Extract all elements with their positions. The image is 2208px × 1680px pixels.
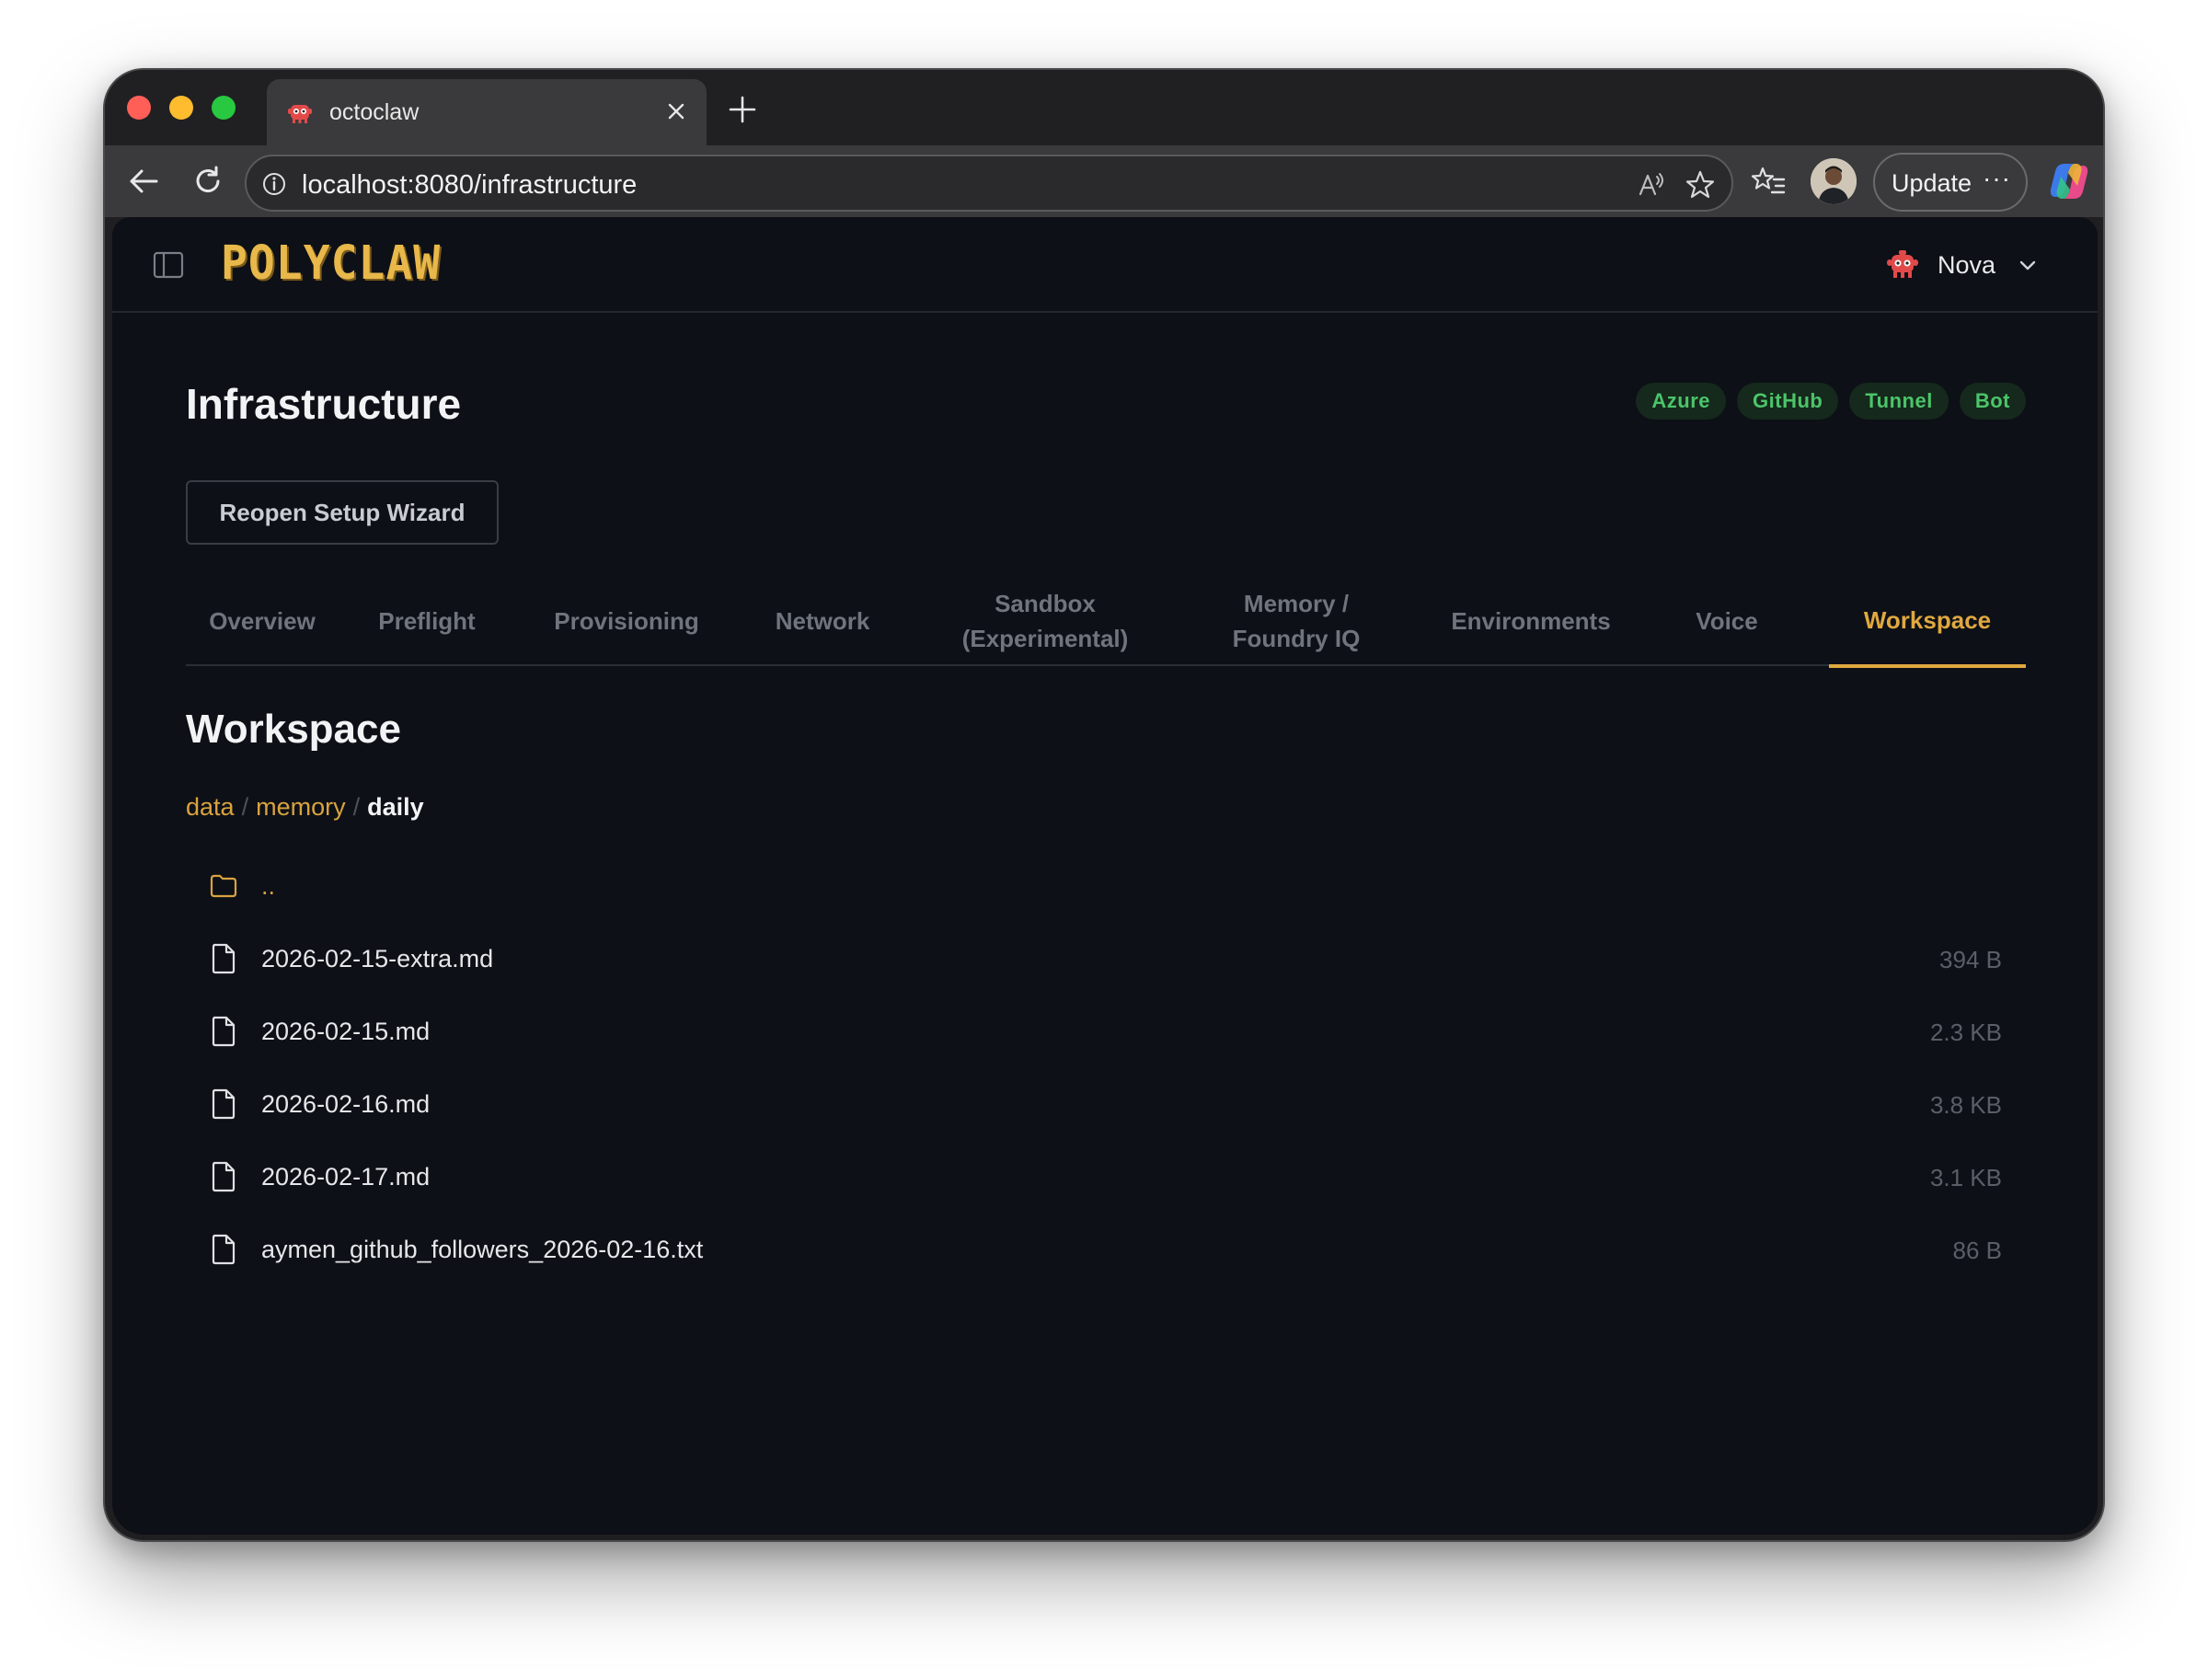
file-icon xyxy=(212,1088,236,1120)
file-row[interactable]: 2026-02-16.md 3.8 KB xyxy=(186,1068,2026,1141)
tab-environments[interactable]: Environments xyxy=(1439,576,1623,666)
chevron-down-icon xyxy=(2019,260,2036,270)
tab-title: octoclaw xyxy=(329,99,420,125)
status-badge-tunnel: Tunnel xyxy=(1849,383,1949,420)
tab-preflight[interactable]: Preflight xyxy=(370,576,484,666)
status-badge-bot: Bot xyxy=(1959,383,2026,420)
file-icon xyxy=(212,1016,236,1047)
breadcrumb-separator: / xyxy=(241,793,249,821)
favorite-star-icon[interactable] xyxy=(1684,168,1717,201)
reopen-setup-wizard-button[interactable]: Reopen Setup Wizard xyxy=(186,480,499,545)
update-button[interactable]: Update ··· xyxy=(1873,153,2028,212)
tab-overview[interactable]: Overview xyxy=(209,576,316,666)
favorites-list-icon[interactable] xyxy=(1750,163,1787,200)
status-badges: Azure GitHub Tunnel Bot xyxy=(1636,383,2026,420)
section-title: Workspace xyxy=(186,707,401,752)
tab-provisioning[interactable]: Provisioning xyxy=(552,576,701,666)
page-title: Infrastructure xyxy=(186,380,462,428)
file-size: 3.8 KB xyxy=(1929,1091,2002,1119)
file-name: aymen_github_followers_2026-02-16.txt xyxy=(261,1236,704,1263)
close-window-button[interactable] xyxy=(127,96,151,120)
status-badge-github: GitHub xyxy=(1737,383,1839,420)
more-options-icon: ··· xyxy=(1983,164,2011,192)
file-row[interactable]: 2026-02-17.md 3.1 KB xyxy=(186,1141,2026,1214)
new-tab-icon[interactable] xyxy=(727,94,758,125)
close-tab-icon[interactable] xyxy=(662,98,690,125)
browser-window: octoclaw localhost:8080/infrastructure U… xyxy=(103,68,2105,1542)
file-size: 394 B xyxy=(1939,946,2002,973)
folder-icon xyxy=(210,874,237,898)
breadcrumb: data / memory / daily xyxy=(186,793,424,822)
octopus-agent-icon xyxy=(1887,250,1918,278)
person-avatar-icon xyxy=(1811,158,1857,204)
browser-tab-active[interactable]: octoclaw xyxy=(267,79,707,145)
status-badge-azure: Azure xyxy=(1636,383,1727,420)
file-name: 2026-02-15.md xyxy=(261,1018,431,1045)
parent-directory-row[interactable]: .. xyxy=(186,850,2026,923)
agent-name: Nova xyxy=(1938,251,1996,279)
maximize-window-button[interactable] xyxy=(212,96,236,120)
breadcrumb-data-link[interactable]: data xyxy=(186,793,235,821)
url-text: localhost:8080/infrastructure xyxy=(302,170,638,200)
file-icon xyxy=(212,1161,236,1192)
file-row[interactable]: aymen_github_followers_2026-02-16.txt 86… xyxy=(186,1214,2026,1286)
address-bar[interactable]: localhost:8080/infrastructure xyxy=(245,155,1733,212)
copilot-icon[interactable] xyxy=(2046,158,2092,204)
tab-sandbox[interactable]: Sandbox (Experimental) xyxy=(948,576,1143,666)
minimize-window-button[interactable] xyxy=(169,96,193,120)
file-list: .. 2026-02-15-extra.md 394 B 2026-02-15.… xyxy=(186,850,2026,1286)
update-label: Update xyxy=(1892,169,1972,197)
agent-selector[interactable]: Nova xyxy=(1884,245,2041,285)
octoclaw-favicon-icon xyxy=(288,105,312,123)
file-size: 3.1 KB xyxy=(1929,1164,2002,1191)
file-icon xyxy=(212,943,236,974)
tab-voice[interactable]: Voice xyxy=(1676,576,1777,666)
file-name: 2026-02-16.md xyxy=(261,1090,431,1118)
app-header: POLYCLAW Nova xyxy=(112,217,2098,313)
breadcrumb-current: daily xyxy=(367,793,424,821)
file-size: 2.3 KB xyxy=(1929,1018,2002,1046)
tab-memory-foundry-iq[interactable]: Memory / Foundry IQ xyxy=(1216,576,1376,666)
breadcrumb-memory-link[interactable]: memory xyxy=(256,793,346,821)
file-name: 2026-02-15-extra.md xyxy=(261,945,494,972)
back-arrow-icon[interactable] xyxy=(125,163,162,200)
infrastructure-tabs: Overview Preflight Provisioning Network … xyxy=(186,576,2026,668)
reload-icon[interactable] xyxy=(190,163,226,200)
file-icon xyxy=(212,1234,236,1265)
file-row[interactable]: 2026-02-15.md 2.3 KB xyxy=(186,995,2026,1068)
polyclaw-logo[interactable]: POLYCLAW xyxy=(221,236,441,291)
tab-workspace[interactable]: Workspace xyxy=(1829,576,2026,668)
breadcrumb-separator: / xyxy=(352,793,361,821)
site-info-icon[interactable] xyxy=(261,171,287,197)
page-viewport: POLYCLAW Nova Infrastructure Azure GitHu… xyxy=(112,217,2098,1535)
file-size: 86 B xyxy=(1952,1237,2003,1264)
browser-toolbar: localhost:8080/infrastructure Update ··· xyxy=(105,145,2103,217)
file-name: 2026-02-17.md xyxy=(261,1163,431,1191)
tab-network[interactable]: Network xyxy=(758,576,887,666)
tab-strip: octoclaw xyxy=(105,70,2103,145)
file-row[interactable]: 2026-02-15-extra.md 394 B xyxy=(186,923,2026,995)
sidebar-toggle-icon[interactable] xyxy=(153,250,184,280)
parent-directory-label: .. xyxy=(261,872,276,900)
profile-avatar[interactable] xyxy=(1811,158,1857,204)
read-aloud-icon[interactable] xyxy=(1636,169,1667,201)
